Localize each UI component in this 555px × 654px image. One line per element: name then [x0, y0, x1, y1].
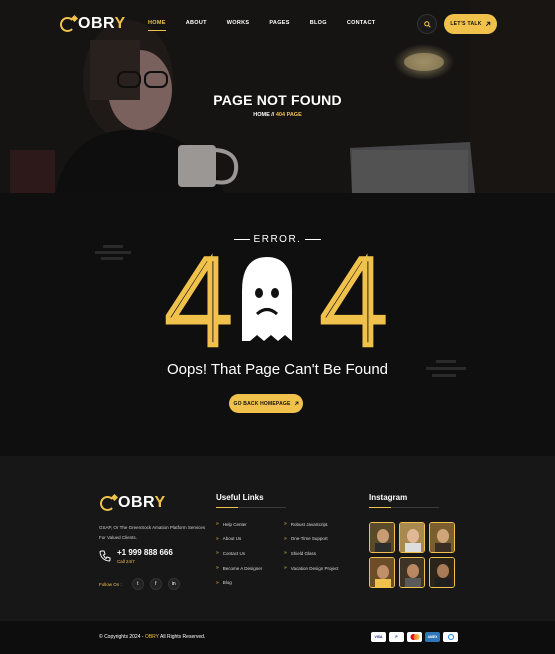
- digit-left: 4: [162, 251, 237, 351]
- card-icon: [443, 632, 458, 642]
- footer-link[interactable]: » One-Time Support: [284, 532, 338, 547]
- nav-item-blog[interactable]: BLOG: [310, 20, 327, 26]
- digit-right: 4: [317, 251, 392, 351]
- breadcrumb-current: 404 PAGE: [275, 112, 302, 118]
- footer-phone[interactable]: +1 999 888 666 Call 24/7: [99, 548, 173, 564]
- error-section: ERROR. 4 4 Oops! That Page Can't Be Foun…: [0, 193, 555, 456]
- footer-link[interactable]: » Vacation Design Project: [284, 561, 338, 576]
- mastercard-icon: [407, 632, 422, 642]
- error-message: Oops! That Page Can't Be Found: [166, 361, 389, 378]
- page-title: PAGE NOT FOUND: [213, 92, 342, 108]
- instagram-gallery: [369, 522, 455, 588]
- nav-item-works[interactable]: WORKS: [227, 20, 250, 26]
- arrow-up-right-icon: [485, 21, 490, 27]
- main-menu: HOME ABOUT WORKS PAGES BLOG CONTACT: [148, 20, 395, 31]
- top-navigation: OBRY HOME ABOUT WORKS PAGES BLOG CONTACT…: [0, 0, 555, 48]
- lets-talk-button[interactable]: LET'S TALK: [444, 14, 497, 34]
- facebook-icon[interactable]: f: [149, 578, 162, 590]
- footer-link[interactable]: » Become A Designer: [216, 561, 262, 576]
- footer-link[interactable]: » About Us: [216, 532, 262, 547]
- footer-logo-text: OBRY: [118, 494, 166, 511]
- instagram-photo[interactable]: [399, 522, 425, 553]
- instagram-photo[interactable]: [429, 557, 455, 588]
- logo-icon: [60, 16, 75, 32]
- linkedin-icon[interactable]: in: [167, 578, 180, 590]
- nav-item-pages[interactable]: PAGES: [269, 20, 289, 26]
- useful-links-title: Useful Links: [216, 493, 286, 508]
- follow-label: Follow On :: [99, 581, 122, 587]
- instagram-photo[interactable]: [369, 522, 395, 553]
- footer-link[interactable]: » Robust JavaScript.: [284, 517, 338, 532]
- logo-text: OBRY: [78, 15, 126, 32]
- ghost-icon: [242, 257, 292, 341]
- phone-icon: [99, 550, 111, 562]
- footer-link[interactable]: » Blog: [216, 575, 262, 590]
- go-back-homepage-button[interactable]: GO BACK HOMEPAGE: [229, 394, 303, 413]
- amex-icon: AMEX: [425, 632, 440, 642]
- search-icon: [423, 20, 431, 28]
- footer-link[interactable]: » Contact Us: [216, 546, 262, 561]
- useful-links-left: » Help Center » About Us » Contact Us » Beco…: [216, 517, 262, 590]
- bottom-bar: © Copyrights 2024 - OBRY All Rights Rese…: [0, 621, 555, 654]
- search-button[interactable]: [417, 14, 437, 34]
- breadcrumb-home[interactable]: HOME: [253, 112, 270, 118]
- instagram-photo[interactable]: [369, 557, 395, 588]
- go-back-homepage-label: GO BACK HOMEPAGE: [233, 400, 291, 407]
- phone-number: +1 999 888 666: [117, 548, 173, 557]
- instagram-photo[interactable]: [429, 522, 455, 553]
- paypal-icon: P: [389, 632, 404, 642]
- error-label: ERROR.: [0, 234, 555, 245]
- twitter-icon[interactable]: t: [131, 578, 144, 590]
- breadcrumb-separator: //: [271, 112, 275, 118]
- instagram-photo[interactable]: [399, 557, 425, 588]
- breadcrumb: HOME // 404 PAGE: [0, 112, 555, 118]
- footer-logo[interactable]: OBRY: [100, 494, 166, 512]
- footer-link[interactable]: » Help Center: [216, 517, 262, 532]
- logo[interactable]: OBRY: [60, 15, 126, 33]
- cloud-decoration-left: [95, 245, 131, 260]
- payment-methods: VISA P AMEX: [371, 632, 458, 642]
- copyright-text: © Copyrights 2024 - OBRY All Rights Rese…: [99, 634, 206, 640]
- nav-item-contact[interactable]: CONTACT: [347, 20, 376, 26]
- hero-banner: OBRY HOME ABOUT WORKS PAGES BLOG CONTACT…: [0, 0, 555, 193]
- visa-icon: VISA: [371, 632, 386, 642]
- error-404-graphic: 4 4: [160, 251, 395, 351]
- footer-description: GSAP, Or The GreenSock Amation Platform …: [99, 525, 206, 540]
- nav-item-about[interactable]: ABOUT: [186, 20, 207, 26]
- footer-logo-icon: [100, 495, 115, 511]
- social-links: Follow On : t f in: [99, 578, 180, 590]
- lets-talk-label: LET'S TALK: [450, 21, 482, 27]
- arrow-up-right-icon: [294, 401, 298, 406]
- phone-availability: Call 24/7: [117, 559, 135, 564]
- nav-item-home[interactable]: HOME: [148, 20, 166, 31]
- useful-links-right: » Robust JavaScript. » One-Time Support » S…: [284, 517, 338, 575]
- footer-link[interactable]: » Shield Glass: [284, 546, 338, 561]
- instagram-title: Instagram: [369, 493, 439, 508]
- footer: OBRY GSAP, Or The GreenSock Amation Plat…: [0, 456, 555, 621]
